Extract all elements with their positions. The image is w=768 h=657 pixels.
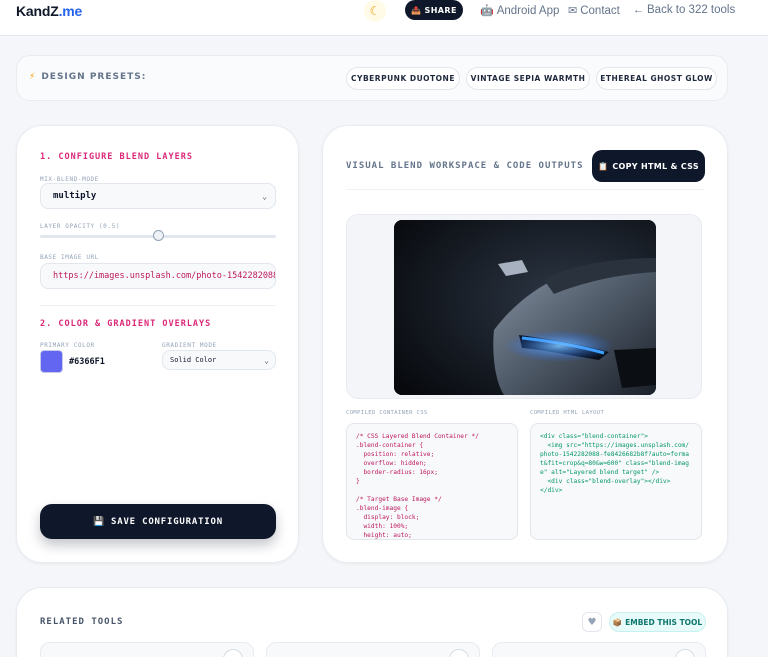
html-code-output[interactable]: <div class="blend-container"> <img src="…	[530, 423, 702, 540]
primary-color-hex: #6366F1	[69, 357, 105, 367]
arrow-left-icon: ←	[633, 4, 644, 16]
arrow-icon	[449, 649, 469, 657]
related-tools-title: RELATED TOOLS	[40, 617, 124, 627]
related-tool-card[interactable]	[40, 642, 254, 657]
workspace-panel: VISUAL BLEND WORKSPACE & CODE OUTPUTS 📋 …	[322, 125, 728, 563]
workspace-divider	[346, 189, 704, 190]
package-icon: 📦	[612, 617, 623, 627]
gradient-mode-label: GRADIENT MODE	[162, 342, 217, 349]
primary-color-swatch[interactable]	[40, 350, 63, 373]
section-divider	[40, 305, 276, 306]
css-code-output[interactable]: /* CSS Layered Blend Container */ .blend…	[346, 423, 518, 540]
nav-contact[interactable]: ✉ Contact	[568, 4, 620, 17]
share-button[interactable]: 📤 SHARE	[405, 0, 463, 20]
related-tool-card[interactable]	[266, 642, 480, 657]
lightning-icon: ⚡	[29, 72, 37, 82]
related-tools-panel: RELATED TOOLS ♥ 📦 EMBED THIS TOOL	[16, 587, 728, 657]
presets-title: ⚡ DESIGN PRESETS:	[29, 72, 147, 82]
arrow-icon	[223, 649, 243, 657]
section-configure-blend-title: 1. CONFIGURE BLEND LAYERS	[40, 152, 193, 162]
site-logo[interactable]: KandZ.me	[16, 3, 82, 19]
top-header: KandZ.me ☾ 📤 SHARE 🤖 Android App ✉ Contact …	[0, 0, 768, 36]
blend-mode-label: MIX-BLEND-MODE	[40, 176, 99, 183]
css-code-text: /* CSS Layered Blend Container */ .blend…	[356, 433, 479, 539]
related-tool-card[interactable]	[492, 642, 706, 657]
nav-android-app[interactable]: 🤖 Android App	[480, 4, 559, 17]
embed-tool-button[interactable]: 📦 EMBED THIS TOOL	[609, 612, 706, 632]
workspace-title: VISUAL BLEND WORKSPACE & CODE OUTPUTS	[346, 161, 584, 171]
mail-icon: ✉	[568, 5, 578, 17]
chevron-down-icon: ⌄	[264, 355, 269, 365]
robot-icon: 🤖	[480, 5, 494, 17]
heart-icon[interactable]: ♥	[582, 612, 602, 632]
save-configuration-button[interactable]: 💾 SAVE CONFIGURATION	[40, 504, 276, 539]
blend-mode-value: multiply	[53, 191, 97, 201]
floppy-disk-icon: 💾	[93, 516, 106, 527]
configuration-panel: 1. CONFIGURE BLEND LAYERS MIX-BLEND-MODE…	[16, 125, 299, 563]
html-output-label: COMPILED HTML LAYOUT	[530, 410, 605, 416]
base-image-url-input[interactable]: https://images.unsplash.com/photo-154228…	[40, 263, 276, 289]
moon-icon[interactable]: ☾	[364, 0, 386, 22]
share-icon: 📤	[411, 5, 422, 15]
preset-cyberpunk-duotone[interactable]: CYBERPUNK DUOTONE	[346, 67, 460, 90]
gradient-mode-value: Solid Color	[170, 356, 217, 364]
html-code-text: <div class="blend-container"> <img src="…	[540, 433, 690, 494]
preset-vintage-sepia-warmth[interactable]: VINTAGE SEPIA WARMTH	[466, 67, 590, 90]
primary-color-label: PRIMARY COLOR	[40, 342, 95, 349]
blend-preview-image	[394, 220, 656, 395]
arrow-icon	[675, 649, 695, 657]
nav-back-to-tools[interactable]: ← Back to 322 tools	[633, 4, 735, 16]
blend-mode-select[interactable]: multiply ⌄	[40, 183, 276, 209]
opacity-slider-thumb[interactable]	[152, 230, 164, 241]
blend-preview-stage	[346, 214, 702, 399]
opacity-label: LAYER OPACITY (0.5)	[40, 223, 121, 230]
preset-ethereal-ghost-glow[interactable]: ETHEREAL GHOST GLOW	[596, 67, 717, 90]
gradient-mode-select[interactable]: Solid Color ⌄	[162, 350, 276, 370]
chevron-down-icon: ⌄	[262, 191, 267, 201]
css-output-label: COMPILED CONTAINER CSS	[346, 410, 428, 416]
section-color-overlays-title: 2. COLOR & GRADIENT OVERLAYS	[40, 319, 212, 329]
clipboard-icon: 📋	[598, 161, 609, 171]
design-presets-bar: ⚡ DESIGN PRESETS: CYBERPUNK DUOTONE VINTA…	[16, 55, 728, 101]
base-image-url-label: BASE IMAGE URL	[40, 254, 99, 261]
copy-html-css-button[interactable]: 📋 COPY HTML & CSS	[592, 150, 705, 182]
